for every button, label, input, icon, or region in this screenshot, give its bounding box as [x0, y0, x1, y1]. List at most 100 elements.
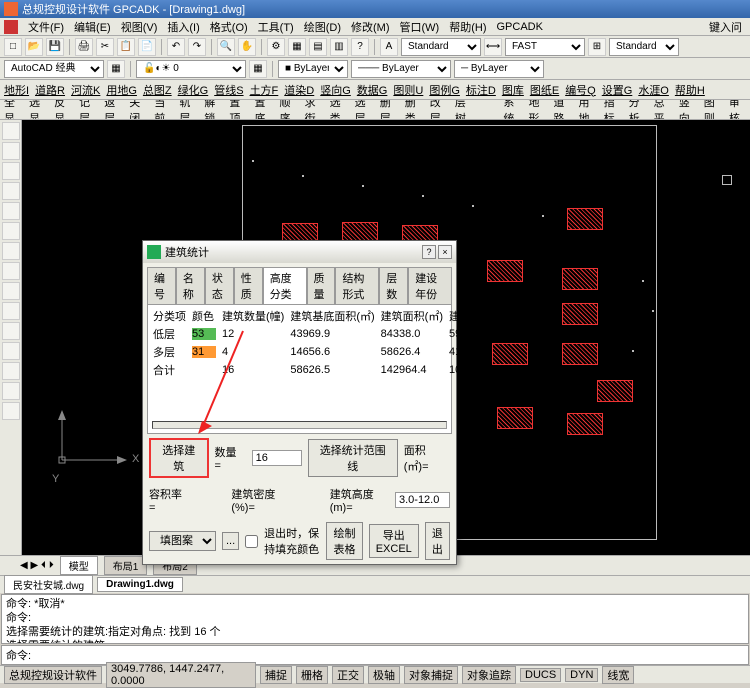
- circle-icon[interactable]: [2, 162, 20, 180]
- status-ortho[interactable]: 正交: [332, 666, 364, 684]
- dlgtab-4[interactable]: 高度分类: [263, 267, 307, 304]
- building[interactable]: [567, 413, 603, 435]
- building[interactable]: [597, 380, 633, 402]
- ftab-1[interactable]: Drawing1.dwg: [97, 577, 183, 592]
- menu-modify[interactable]: 修改(M): [347, 19, 394, 35]
- cut-icon[interactable]: ✂: [96, 38, 114, 56]
- menu-draw[interactable]: 绘图(D): [300, 19, 345, 35]
- draw-table-button[interactable]: 绘制表格: [326, 522, 362, 560]
- r4r-6[interactable]: 总平: [654, 100, 671, 120]
- r4r-4[interactable]: 指标: [604, 100, 621, 120]
- r4l-13[interactable]: 选类: [330, 100, 347, 120]
- dlgtab-3[interactable]: 性质: [234, 267, 263, 304]
- building[interactable]: [497, 407, 533, 429]
- status-lwt[interactable]: 线宽: [602, 666, 634, 684]
- redo-icon[interactable]: ↷: [188, 38, 206, 56]
- r4l-8[interactable]: 解锁: [204, 100, 221, 120]
- dim2-icon[interactable]: [2, 262, 20, 280]
- r4l-18[interactable]: 层树: [455, 100, 472, 120]
- tablestyle-combo[interactable]: Standard: [609, 38, 679, 56]
- table-row[interactable]: 多层 31 414656.6 58626.441.0: [150, 343, 522, 361]
- r3-12[interactable]: 图例G: [429, 82, 460, 98]
- r3-4[interactable]: 总图Z: [143, 82, 172, 98]
- r3-16[interactable]: 编号Q: [565, 82, 596, 98]
- dimstyle-combo[interactable]: FAST: [505, 38, 585, 56]
- building[interactable]: [562, 303, 598, 325]
- status-snap[interactable]: 捕捉: [260, 666, 292, 684]
- keep-fill-checkbox[interactable]: [245, 535, 258, 548]
- r4l-1[interactable]: 选显: [29, 100, 46, 120]
- paste-icon[interactable]: 📄: [138, 38, 156, 56]
- r4l-10[interactable]: 置底: [254, 100, 271, 120]
- dlgtab-0[interactable]: 编号: [147, 267, 176, 304]
- hatch-icon[interactable]: [2, 222, 20, 240]
- r4l-16[interactable]: 删类: [405, 100, 422, 120]
- status-grid[interactable]: 栅格: [296, 666, 328, 684]
- block-icon[interactable]: [2, 282, 20, 300]
- r4l-0[interactable]: 全显: [4, 100, 21, 120]
- r4r-7[interactable]: 竖向: [679, 100, 696, 120]
- dlgtab-6[interactable]: 结构形式: [335, 267, 379, 304]
- fill-pattern-combo[interactable]: 填图案: [149, 531, 216, 551]
- open-icon[interactable]: 📂: [25, 38, 43, 56]
- r3-9[interactable]: 竖向G: [320, 82, 351, 98]
- menu-insert[interactable]: 插入(I): [163, 19, 203, 35]
- point-icon[interactable]: [2, 302, 20, 320]
- region-icon[interactable]: [2, 362, 20, 380]
- tab-layout1[interactable]: 布局1: [104, 556, 148, 575]
- r3-2[interactable]: 河流K: [71, 82, 100, 98]
- menu-format[interactable]: 格式(O): [206, 19, 252, 35]
- color-combo[interactable]: ■ ByLayer: [278, 60, 348, 78]
- arc-icon[interactable]: [2, 182, 20, 200]
- workspace-combo[interactable]: AutoCAD 经典: [4, 60, 104, 78]
- r3-7[interactable]: 土方F: [250, 82, 279, 98]
- r4r-5[interactable]: 分析: [629, 100, 646, 120]
- export-excel-button[interactable]: 导出EXCEL: [369, 524, 419, 558]
- tool-icon[interactable]: ⚙: [267, 38, 285, 56]
- r3-10[interactable]: 数据G: [357, 82, 388, 98]
- menu-gpcadk[interactable]: GPCADK: [493, 21, 547, 33]
- dlgtab-5[interactable]: 质量: [307, 267, 336, 304]
- r4l-17[interactable]: 改层: [430, 100, 447, 120]
- layer-icon[interactable]: ▦: [107, 60, 125, 78]
- r3-1[interactable]: 道路R: [35, 82, 65, 98]
- copy-icon[interactable]: 📋: [117, 38, 135, 56]
- menu-window[interactable]: 管口(W): [396, 19, 444, 35]
- r4r-2[interactable]: 道路: [553, 100, 570, 120]
- dlgtab-1[interactable]: 名称: [176, 267, 205, 304]
- height-input[interactable]: [395, 492, 450, 508]
- table-row[interactable]: 合计 1658626.5 142964.4100.0: [150, 361, 522, 379]
- color-swatch[interactable]: 53: [192, 328, 216, 340]
- new-icon[interactable]: □: [4, 38, 22, 56]
- menu-help[interactable]: 帮助(H): [445, 19, 490, 35]
- r3-0[interactable]: 地形I: [4, 82, 29, 98]
- text2-icon[interactable]: [2, 242, 20, 260]
- r3-15[interactable]: 图纸E: [530, 82, 559, 98]
- building[interactable]: [562, 268, 598, 290]
- table2-icon[interactable]: [2, 382, 20, 400]
- dlgtab-2[interactable]: 状态: [205, 267, 234, 304]
- ellipse-icon[interactable]: [2, 342, 20, 360]
- line-icon[interactable]: [2, 122, 20, 140]
- count-input[interactable]: [252, 450, 302, 466]
- r4r-8[interactable]: 图则: [704, 100, 721, 120]
- r3-6[interactable]: 管线S: [214, 82, 243, 98]
- layer-combo[interactable]: 🔓◐☀ 0: [136, 60, 246, 78]
- textstyle-combo[interactable]: Standard: [401, 38, 481, 56]
- r4r-3[interactable]: 用地: [579, 100, 596, 120]
- r3-8[interactable]: 道染D: [284, 82, 314, 98]
- dlgtab-8[interactable]: 建设年份: [408, 267, 452, 304]
- r4l-7[interactable]: 轨层: [179, 100, 196, 120]
- lineweight-combo[interactable]: ─ ByLayer: [454, 60, 544, 78]
- layermgr-icon[interactable]: ▦: [249, 60, 267, 78]
- status-dyn[interactable]: DYN: [565, 668, 598, 682]
- select-range-button[interactable]: 选择统计范围线: [308, 439, 398, 477]
- status-otrack[interactable]: 对象追踪: [462, 666, 516, 684]
- menu-tools[interactable]: 工具(T): [254, 19, 298, 35]
- r4l-9[interactable]: 置顶: [229, 100, 246, 120]
- tool4-icon[interactable]: ▥: [330, 38, 348, 56]
- r4r-9[interactable]: 审核: [729, 100, 746, 120]
- status-osnap[interactable]: 对象捕捉: [404, 666, 458, 684]
- mtext-icon[interactable]: [2, 402, 20, 420]
- r4l-2[interactable]: 反显: [54, 100, 71, 120]
